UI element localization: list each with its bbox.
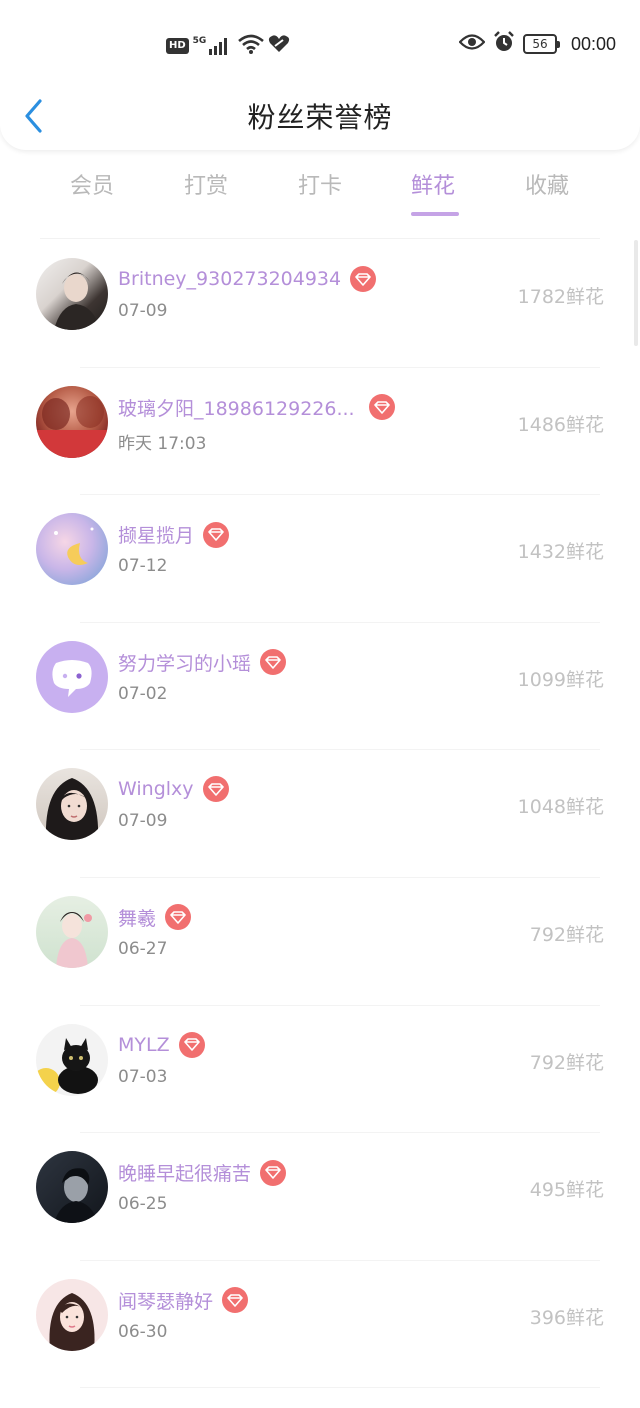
tab-favorites[interactable]: 收藏 [490,168,604,216]
tab-label: 打赏 [183,174,228,199]
diamond-badge-icon [202,776,229,803]
name-line: 晚睡早起很痛苦 [118,1159,287,1186]
fan-name[interactable]: 努力学习的小瑶 [118,649,251,676]
name-line: 闻琴瑟静好 [118,1287,249,1314]
list-item[interactable]: 撷星揽月 07-12 1432鲜花 [0,495,640,623]
avatar[interactable] [36,258,108,330]
fan-name[interactable]: Britney_930273204934 [118,268,341,290]
tab-flowers[interactable]: 鲜花 [376,168,490,216]
fan-date: 06-27 [118,938,168,959]
fan-date: 07-09 [118,301,168,321]
name-line: 舞羲 [118,904,192,931]
alarm-icon [493,31,515,57]
flower-count: 1048鲜花 [517,796,604,819]
status-left: HD 5G [166,34,290,58]
list-item[interactable]: Britney_930273204934 07-09 1782鲜花 [0,240,640,368]
list-item[interactable]: 努力学习的小瑶 07-02 1099鲜花 [0,623,640,751]
fan-name[interactable]: 晚睡早起很痛苦 [118,1159,251,1186]
signal-icon: 5G [193,37,231,55]
avatar[interactable] [36,1151,108,1224]
name-line: Winglxy [118,776,229,803]
tab-label: 鲜花 [410,174,455,199]
flower-count: 1099鲜花 [517,668,604,691]
nfc-heart-icon [268,34,290,58]
tab-label: 打卡 [297,174,342,199]
list-item[interactable]: 玻璃夕阳_18986129226... 昨天 17:03 1486鲜花 [0,368,640,496]
diamond-badge-icon [368,394,395,421]
fan-date: 06-30 [118,1321,168,1342]
fan-name[interactable]: 闻琴瑟静好 [118,1287,213,1314]
network-type-label: 5G [192,36,207,46]
list-item[interactable]: Winglxy 07-09 1048鲜花 [0,750,640,878]
diamond-badge-icon [178,1031,205,1058]
name-line: Britney_930273204934 [118,266,377,292]
diamond-badge-icon [260,649,287,676]
row-divider [80,1387,600,1389]
list-item[interactable]: MYLZ 07-03 792鲜花 [0,1006,640,1134]
avatar[interactable] [36,513,108,586]
flower-count: 1486鲜花 [517,413,604,436]
avatar[interactable] [36,1278,108,1351]
avatar[interactable] [36,385,108,458]
active-tab-indicator [411,212,459,216]
avatar[interactable] [36,895,108,968]
diamond-badge-icon [165,904,192,931]
status-right: 56 00:00 [458,31,616,57]
fan-date: 昨天 17:03 [118,433,207,454]
tab-label: 收藏 [524,174,569,199]
fan-date: 06-25 [118,1194,168,1215]
fan-name[interactable]: 撷星揽月 [118,521,194,548]
fan-name[interactable]: 舞羲 [118,904,156,931]
tabs-divider [40,238,600,239]
diamond-badge-icon [222,1287,249,1314]
status-time: 00:00 [570,33,616,54]
header-bar: HD 5G 56 00:00 粉丝荣誉榜 [0,0,640,150]
flower-count: 792鲜花 [529,923,604,946]
fan-name[interactable]: Winglxy [118,778,194,800]
diamond-badge-icon [260,1159,287,1186]
name-line: 玻璃夕阳_18986129226... [118,394,395,421]
list-item[interactable]: 闻琴瑟静好 06-30 396鲜花 [0,1261,640,1389]
fan-date: 07-09 [118,811,168,832]
tab-bar: 会员 打赏 打卡 鲜花 收藏 [0,168,640,224]
fan-date: 07-12 [118,556,168,577]
tab-reward[interactable]: 打赏 [149,168,263,216]
diamond-badge-icon [350,266,377,292]
avatar[interactable] [36,768,108,841]
name-line: 撷星揽月 [118,521,230,548]
tab-label: 会员 [69,174,114,199]
eye-icon [458,33,486,55]
status-bar: HD 5G 56 00:00 [0,28,640,62]
avatar[interactable] [36,640,108,713]
fan-name[interactable]: 玻璃夕阳_18986129226... [118,394,355,421]
tab-checkin[interactable]: 打卡 [263,168,377,216]
page-title: 粉丝荣誉榜 [247,101,393,134]
fan-date: 07-03 [118,1066,168,1087]
avatar[interactable] [36,1023,108,1096]
flower-count: 1782鲜花 [517,286,604,308]
battery-icon: 56 [522,34,560,54]
tab-membership[interactable]: 会员 [35,168,149,216]
flower-count: 396鲜花 [529,1306,604,1329]
list-item[interactable]: 舞羲 06-27 792鲜花 [0,878,640,1006]
list-item[interactable]: 晚睡早起很痛苦 06-25 495鲜花 [0,1133,640,1261]
flower-count: 1432鲜花 [517,541,604,564]
name-line: 努力学习的小瑶 [118,649,287,676]
fan-date: 07-02 [118,683,168,704]
wifi-icon [238,34,265,58]
flower-count: 792鲜花 [529,1051,604,1074]
diamond-badge-icon [203,521,230,548]
fan-ranking-list: Britney_930273204934 07-09 1782鲜花 玻璃夕阳_1… [0,240,640,1389]
fan-name[interactable]: MYLZ [118,1034,170,1056]
flower-count: 495鲜花 [529,1179,604,1202]
hd-icon: HD [166,38,189,54]
name-line: MYLZ [118,1031,205,1058]
